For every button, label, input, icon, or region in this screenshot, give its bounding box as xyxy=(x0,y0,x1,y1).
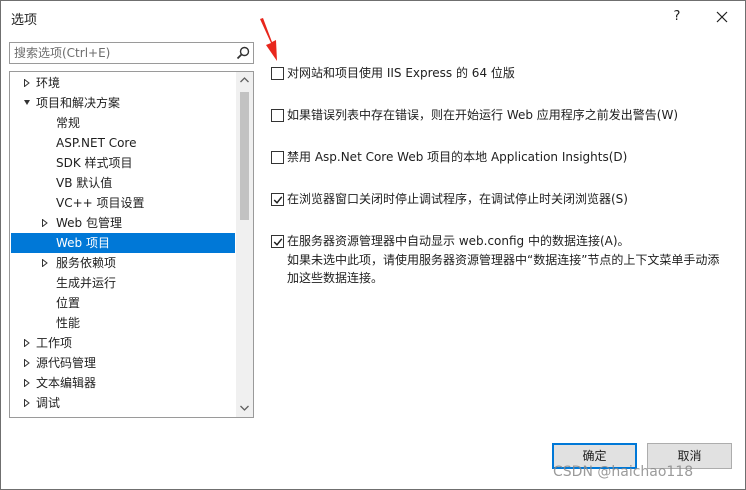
tree-item-label: 源代码管理 xyxy=(36,356,97,370)
close-icon xyxy=(716,11,728,23)
search-input[interactable] xyxy=(10,43,230,63)
option-label[interactable]: 在浏览器窗口关闭时停止调试程序，在调试停止时关闭浏览器(S) xyxy=(287,191,628,207)
expand-triangle-icon[interactable] xyxy=(21,73,33,93)
options-tree[interactable]: 环境项目和解决方案常规 ASP.NET Core SDK 样式项目 VB 默认值 VC+… xyxy=(9,71,254,418)
expand-triangle-icon[interactable] xyxy=(21,353,33,373)
tree-item-label: VC++ 项目设置 xyxy=(56,196,145,210)
tree-item[interactable]: VC++ 项目设置 xyxy=(11,193,235,213)
option-checkbox[interactable] xyxy=(271,109,284,122)
collapse-triangle-icon[interactable] xyxy=(21,93,33,113)
tree-item-label: SDK 样式项目 xyxy=(56,156,133,170)
tree-item[interactable]: 常规 xyxy=(11,113,235,133)
tree-item-label: 性能 xyxy=(56,316,81,330)
tree-item[interactable]: 环境 xyxy=(11,73,235,93)
tree-item[interactable]: 项目和解决方案 xyxy=(11,93,235,113)
scroll-up-button[interactable] xyxy=(236,72,253,89)
tree-item-label: ASP.NET Core xyxy=(56,136,137,150)
tree-item[interactable]: VB 默认值 xyxy=(11,173,235,193)
checkmark-icon xyxy=(273,238,283,246)
annotation-arrow-icon xyxy=(260,18,277,61)
tree-item[interactable]: SDK 样式项目 xyxy=(11,153,235,173)
scroll-thumb[interactable] xyxy=(240,92,249,220)
tree-item-label: 位置 xyxy=(56,296,81,310)
search-icon[interactable] xyxy=(236,46,250,60)
tree-item-label: 生成并运行 xyxy=(56,276,117,290)
expand-triangle-icon[interactable] xyxy=(21,373,33,393)
tree-item[interactable]: 工作项 xyxy=(11,333,235,353)
tree-item-label: Web 项目 xyxy=(56,236,110,250)
option-label[interactable]: 对网站和项目使用 IIS Express 的 64 位版 xyxy=(287,65,515,81)
tree-item-label: 文本编辑器 xyxy=(36,376,97,390)
tree-item-label: 常规 xyxy=(56,116,81,130)
tree-item-label: 工作项 xyxy=(36,336,73,350)
tree-item[interactable]: Web 包管理 xyxy=(11,213,235,233)
tree-item[interactable]: 位置 xyxy=(11,293,235,313)
tree-item[interactable]: Web 项目 xyxy=(11,233,235,253)
tree-item[interactable]: 性能 xyxy=(11,313,235,333)
tree-item[interactable]: 文本编辑器 xyxy=(11,373,235,393)
option-description: 如果未选中此项，请使用服务器资源管理器中“数据连接”节点的上下文菜单手动添加这些… xyxy=(287,253,720,285)
checkmark-icon xyxy=(273,196,283,204)
expand-triangle-icon[interactable] xyxy=(39,213,51,233)
expand-triangle-icon[interactable] xyxy=(21,333,33,353)
option-checkbox[interactable] xyxy=(271,67,284,80)
option-label[interactable]: 禁用 Asp.Net Core Web 项目的本地 Application In… xyxy=(287,149,627,165)
scroll-down-button[interactable] xyxy=(236,400,253,417)
search-box[interactable] xyxy=(9,42,254,64)
watermark: CSDN @haichao118 xyxy=(553,464,694,480)
tree-item-label: 调试 xyxy=(36,396,61,410)
tree-item-label: 项目和解决方案 xyxy=(36,96,121,110)
tree-item-label: 环境 xyxy=(36,76,61,90)
tree-item[interactable]: ASP.NET Core xyxy=(11,133,235,153)
option-label[interactable]: 在服务器资源管理器中自动显示 web.config 中的数据连接(A)。 xyxy=(287,233,630,249)
tree-item[interactable]: 源代码管理 xyxy=(11,353,235,373)
chevron-up-icon xyxy=(240,77,249,83)
tree-item-label: 服务依赖项 xyxy=(56,256,117,270)
title-bar: 选项 ? xyxy=(1,1,745,33)
tree-item-label: Web 包管理 xyxy=(56,216,122,230)
chevron-down-icon xyxy=(240,405,249,411)
tree-item[interactable]: 服务依赖项 xyxy=(11,253,235,273)
help-button[interactable]: ? xyxy=(663,5,691,29)
option-label[interactable]: 如果错误列表中存在错误，则在开始运行 Web 应用程序之前发出警告(W) xyxy=(287,107,678,123)
tree-item[interactable]: 生成并运行 xyxy=(11,273,235,293)
expand-triangle-icon[interactable] xyxy=(21,393,33,413)
option-checkbox[interactable] xyxy=(271,235,284,248)
close-button[interactable] xyxy=(705,5,739,29)
tree-item[interactable]: 调试 xyxy=(11,393,235,413)
expand-triangle-icon[interactable] xyxy=(39,253,51,273)
window-title: 选项 xyxy=(11,13,38,28)
option-checkbox[interactable] xyxy=(271,193,284,206)
options-dialog: 选项 ? 环境项目和解决方案常规 ASP.NET Core SDK 样式项目 VB 默… xyxy=(0,0,746,490)
tree-scrollbar[interactable] xyxy=(236,72,253,417)
option-checkbox[interactable] xyxy=(271,151,284,164)
tree-item-label: VB 默认值 xyxy=(56,176,113,190)
